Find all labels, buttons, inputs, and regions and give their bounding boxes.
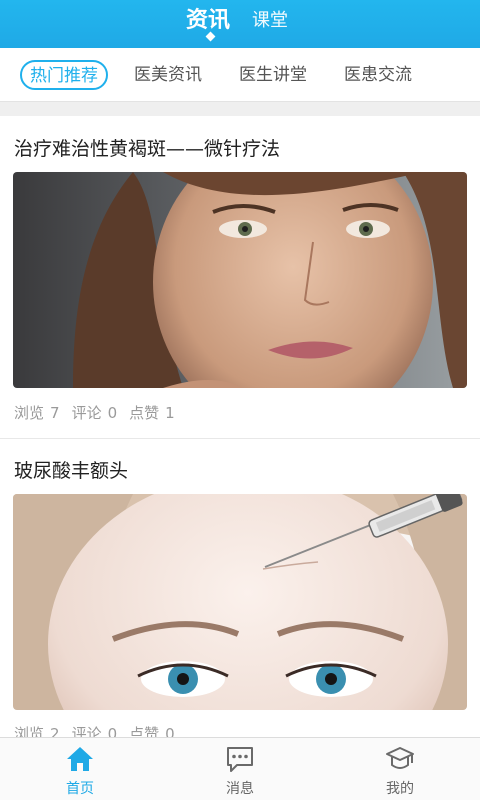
subtab-hot[interactable]: 热门推荐 bbox=[20, 60, 108, 90]
comments-label: 评论 bbox=[71, 404, 102, 422]
tab-classroom[interactable]: 课堂 bbox=[252, 6, 288, 32]
article-card[interactable]: 治疗难治性黄褐斑——微针疗法 浏览 7 评论 0 点赞 1 bbox=[0, 116, 480, 438]
nav-messages-label: 消息 bbox=[226, 781, 254, 797]
comments-label: 评论 bbox=[71, 725, 102, 737]
views-label: 浏览 bbox=[14, 404, 45, 422]
tab-news[interactable]: 资讯 bbox=[186, 2, 230, 34]
bottom-navigation: 首页 消息 我的 bbox=[0, 737, 480, 800]
woman-face-photo bbox=[13, 172, 467, 388]
nav-home-label: 首页 bbox=[66, 781, 94, 797]
likes-label: 点赞 bbox=[129, 725, 160, 737]
likes-count: 1 bbox=[165, 404, 175, 422]
section-spacer bbox=[0, 102, 480, 116]
article-feed[interactable]: 治疗难治性黄褐斑——微针疗法 浏览 7 评论 0 点赞 1 玻尿酸丰额头 浏览 … bbox=[0, 116, 480, 737]
forehead-injection-photo bbox=[13, 494, 467, 710]
subtab-beauty-news[interactable]: 医美资讯 bbox=[134, 61, 202, 91]
article-stats: 浏览 7 评论 0 点赞 1 bbox=[14, 402, 181, 423]
nav-home[interactable]: 首页 bbox=[20, 738, 140, 800]
article-title[interactable]: 治疗难治性黄褐斑——微针疗法 bbox=[14, 134, 280, 161]
article-stats: 浏览 2 评论 0 点赞 0 bbox=[14, 723, 181, 737]
nav-profile-label: 我的 bbox=[386, 781, 414, 797]
views-count: 2 bbox=[50, 725, 60, 737]
article-title[interactable]: 玻尿酸丰额头 bbox=[14, 456, 128, 483]
views-count: 7 bbox=[50, 404, 60, 422]
app-screen: 资讯 课堂 热门推荐 医美资讯 医生讲堂 医患交流 治疗难治性黄褐斑——微针疗法 bbox=[0, 0, 480, 800]
article-image[interactable] bbox=[13, 494, 467, 710]
home-icon bbox=[67, 747, 93, 771]
article-card[interactable]: 玻尿酸丰额头 浏览 2 评论 0 点赞 0 bbox=[0, 439, 480, 737]
top-header: 资讯 课堂 bbox=[0, 0, 480, 48]
likes-label: 点赞 bbox=[129, 404, 160, 422]
graduation-cap-icon bbox=[386, 747, 414, 769]
comments-count: 0 bbox=[107, 404, 118, 422]
likes-count: 0 bbox=[165, 725, 175, 737]
nav-messages[interactable]: 消息 bbox=[180, 738, 300, 800]
nav-profile[interactable]: 我的 bbox=[340, 738, 460, 800]
views-label: 浏览 bbox=[14, 725, 45, 737]
category-tabs: 热门推荐 医美资讯 医生讲堂 医患交流 bbox=[0, 48, 480, 102]
comments-count: 0 bbox=[107, 725, 118, 737]
subtab-doctor-patient[interactable]: 医患交流 bbox=[344, 61, 412, 91]
article-image[interactable] bbox=[13, 172, 467, 388]
subtab-doctor-lecture[interactable]: 医生讲堂 bbox=[239, 61, 307, 91]
message-icon bbox=[227, 747, 253, 772]
